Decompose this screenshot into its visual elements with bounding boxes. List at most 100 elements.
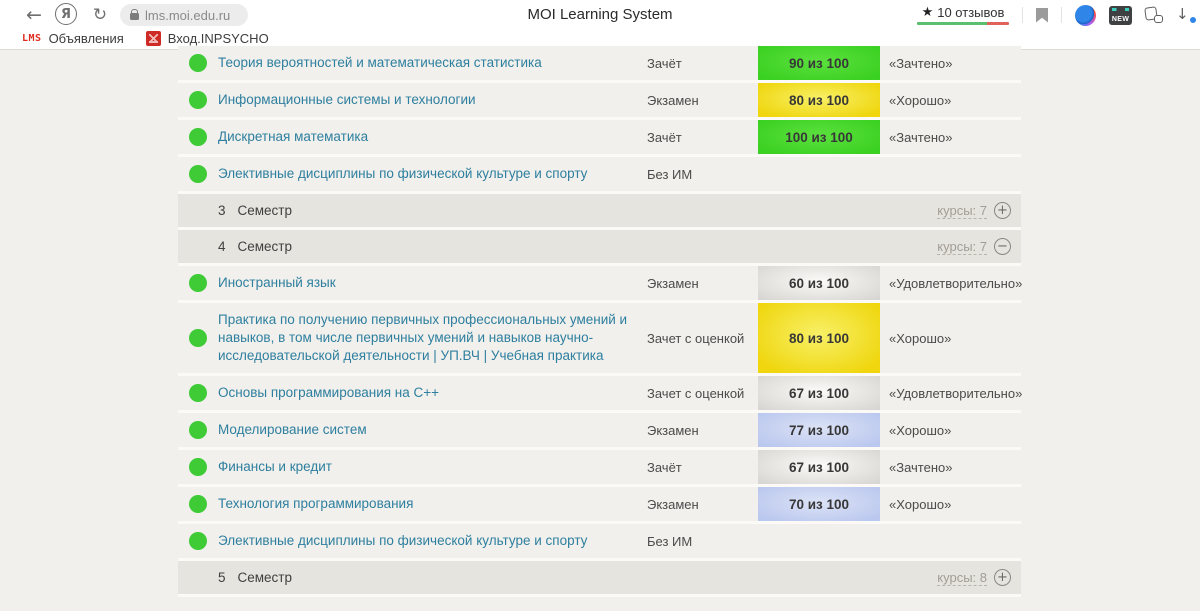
status-dot-icon (189, 54, 207, 72)
semester-label: Семестр (238, 203, 293, 218)
exam-type: Зачет с оценкой (647, 303, 758, 373)
status-dot-icon (189, 128, 207, 146)
status-dot-icon (189, 421, 207, 439)
status-dot-icon (189, 532, 207, 550)
collections-icon[interactable] (1145, 7, 1163, 23)
star-icon: ★ (922, 5, 934, 20)
exam-type: Без ИМ (647, 157, 758, 191)
course-row: Технология программирования Экзамен 70 и… (178, 487, 1021, 524)
grade-text: «Хорошо» (880, 487, 1021, 521)
collapse-minus-icon[interactable]: − (994, 238, 1011, 255)
download-dot (1190, 17, 1196, 23)
toolbar-right-cluster: ★ 10 отзывов NEW ↓ (917, 0, 1200, 30)
course-name-cell: Теория вероятностей и математическая ста… (218, 46, 647, 80)
lock-icon (130, 13, 139, 20)
semester-number: 5 (218, 570, 226, 585)
score-badge (758, 524, 880, 558)
status-cell (178, 157, 218, 191)
status-dot-icon (189, 458, 207, 476)
grade-text: «Зачтено» (880, 46, 1021, 80)
lms-logo-icon: LMS (22, 33, 42, 44)
grade-text: «Зачтено» (880, 450, 1021, 484)
courses-count-link[interactable]: курсы: 7 (937, 239, 987, 255)
course-link[interactable]: Элективные дисциплины по физической куль… (218, 532, 587, 550)
score-badge: 100 из 100 (758, 120, 880, 154)
bookmark-item-announcements[interactable]: LMS Объявления (22, 31, 124, 46)
divider (1022, 7, 1023, 23)
status-dot-icon (189, 384, 207, 402)
url-text: lms.moi.edu.ru (145, 8, 230, 23)
divider (1061, 7, 1062, 23)
exam-type: Экзамен (647, 413, 758, 447)
course-row: Элективные дисциплины по физической куль… (178, 524, 1021, 561)
browser-logo-icon[interactable] (1075, 5, 1096, 26)
bookmark-flag-icon[interactable] (1036, 8, 1048, 23)
address-bar[interactable]: lms.moi.edu.ru (120, 4, 248, 26)
course-name-cell: Иностранный язык (218, 266, 647, 300)
exam-type: Без ИМ (647, 524, 758, 558)
back-icon[interactable]: ← (22, 3, 46, 27)
status-cell (178, 450, 218, 484)
status-dot-icon (189, 274, 207, 292)
grade-text (880, 157, 1021, 191)
grade-text (880, 524, 1021, 558)
status-cell (178, 413, 218, 447)
course-name-cell: Элективные дисциплины по физической куль… (218, 524, 647, 558)
status-cell (178, 266, 218, 300)
exam-type: Зачет с оценкой (647, 376, 758, 410)
expand-plus-icon[interactable]: + (994, 202, 1011, 219)
course-link[interactable]: Финансы и кредит (218, 458, 332, 476)
course-row: Финансы и кредит Зачёт 67 из 100 «Зачтен… (178, 450, 1021, 487)
exam-type: Экзамен (647, 487, 758, 521)
course-link[interactable]: Иностранный язык (218, 274, 336, 292)
grade-text: «Зачтено» (880, 120, 1021, 154)
course-link[interactable]: Моделирование систем (218, 421, 367, 439)
score-badge: 90 из 100 (758, 46, 880, 80)
expand-plus-icon[interactable]: + (994, 569, 1011, 586)
course-name-cell: Финансы и кредит (218, 450, 647, 484)
browser-toolbar: ← Я ↻ lms.moi.edu.ru MOI Learning System… (0, 0, 1200, 30)
course-name-cell: Моделирование систем (218, 413, 647, 447)
grade-text: «Хорошо» (880, 413, 1021, 447)
score-badge: 70 из 100 (758, 487, 880, 521)
score-badge: 77 из 100 (758, 413, 880, 447)
score-badge: 80 из 100 (758, 303, 880, 373)
status-cell (178, 120, 218, 154)
page-content: Теория вероятностей и математическая ста… (0, 50, 1200, 611)
new-badge-icon[interactable]: NEW (1109, 6, 1132, 25)
course-link[interactable]: Практика по получению первичных професси… (218, 311, 635, 365)
rating-bar (917, 22, 1009, 25)
status-cell (178, 487, 218, 521)
status-cell (178, 376, 218, 410)
exam-type: Экзамен (647, 83, 758, 117)
course-name-cell: Информационные системы и технологии (218, 83, 647, 117)
refresh-icon[interactable]: ↻ (88, 3, 112, 27)
status-dot-icon (189, 495, 207, 513)
course-link[interactable]: Основы программирования на C++ (218, 384, 439, 402)
reviews-widget[interactable]: ★ 10 отзывов (917, 5, 1009, 25)
yandex-icon[interactable]: Я (55, 3, 77, 25)
download-icon[interactable]: ↓ (1176, 5, 1194, 25)
bookmark-item-inpsycho[interactable]: Вход.INPSYCHO (146, 31, 269, 46)
grade-text: «Хорошо» (880, 83, 1021, 117)
course-link[interactable]: Технология программирования (218, 495, 413, 513)
inpsycho-emblem-icon (146, 31, 161, 46)
courses-count-link[interactable]: курсы: 7 (937, 203, 987, 219)
score-badge: 80 из 100 (758, 83, 880, 117)
course-link[interactable]: Теория вероятностей и математическая ста… (218, 54, 542, 72)
semester-number: 3 (218, 203, 226, 218)
grade-text: «Удовлетворительно» (880, 376, 1022, 410)
status-cell (178, 83, 218, 117)
course-row: Моделирование систем Экзамен 77 из 100 «… (178, 413, 1021, 450)
grade-text: «Хорошо» (880, 303, 1021, 373)
semester-number: 4 (218, 239, 226, 254)
reviews-count: 10 отзывов (937, 5, 1004, 20)
download-arrow: ↓ (1176, 5, 1189, 23)
course-link[interactable]: Информационные системы и технологии (218, 91, 476, 109)
course-link[interactable]: Элективные дисциплины по физической куль… (218, 165, 587, 183)
course-row: Практика по получению первичных професси… (178, 303, 1021, 376)
courses-count-link[interactable]: курсы: 8 (937, 570, 987, 586)
score-badge (758, 157, 880, 191)
course-link[interactable]: Дискретная математика (218, 128, 368, 146)
score-badge: 67 из 100 (758, 376, 880, 410)
